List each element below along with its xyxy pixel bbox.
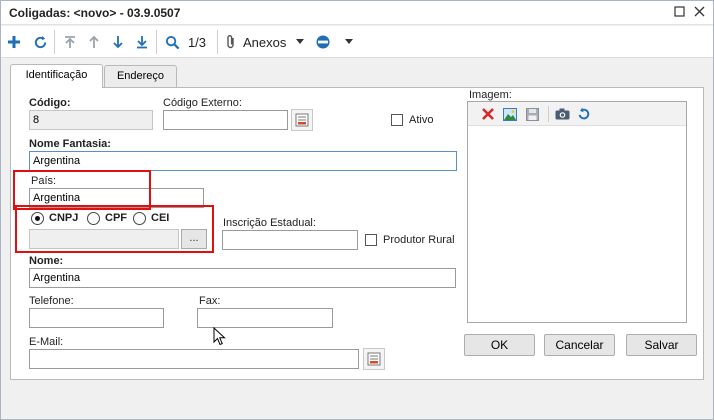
image-box[interactable] bbox=[467, 101, 687, 323]
email-field[interactable] bbox=[29, 349, 359, 369]
delete-image-icon[interactable] bbox=[480, 106, 496, 122]
fax-field[interactable] bbox=[197, 308, 333, 328]
nome-fantasia-field[interactable] bbox=[29, 151, 457, 171]
produtor-rural-label: Produtor Rural bbox=[383, 234, 455, 246]
load-image-icon[interactable] bbox=[502, 106, 518, 122]
record-counter: 1/3 bbox=[187, 34, 207, 50]
window-title: Coligadas: <novo> - 03.9.0507 bbox=[9, 6, 181, 20]
produtor-rural-checkbox[interactable] bbox=[365, 234, 377, 246]
paperclip-icon bbox=[227, 35, 234, 49]
imagem-label: Imagem: bbox=[469, 89, 512, 101]
mouse-pointer-icon bbox=[213, 326, 226, 349]
anexos-label: Anexos bbox=[243, 34, 287, 50]
inscricao-estadual-field[interactable] bbox=[222, 230, 358, 250]
codigo-field[interactable] bbox=[29, 110, 153, 130]
toolbar-separator bbox=[217, 30, 218, 54]
add-icon[interactable] bbox=[5, 32, 23, 52]
image-toolbar-separator bbox=[548, 106, 549, 122]
ativo-label: Ativo bbox=[409, 114, 434, 126]
tab-identificacao[interactable]: Identificação bbox=[10, 64, 103, 88]
refresh-icon[interactable] bbox=[31, 32, 49, 52]
title-bar: Coligadas: <novo> - 03.9.0507 bbox=[1, 1, 713, 25]
previous-record-icon[interactable] bbox=[85, 32, 103, 52]
list-form-icon bbox=[367, 352, 381, 366]
first-record-icon[interactable] bbox=[61, 32, 79, 52]
codigo-externo-lookup-button[interactable] bbox=[291, 109, 313, 131]
inscricao-estadual-label: Inscrição Estadual: bbox=[223, 217, 316, 229]
ativo-checkbox[interactable] bbox=[391, 114, 403, 126]
fax-label: Fax: bbox=[199, 295, 221, 307]
image-toolbar bbox=[468, 102, 686, 126]
codigo-label: Código: bbox=[29, 97, 71, 109]
nome-fantasia-label: Nome Fantasia: bbox=[29, 138, 111, 150]
camera-icon[interactable] bbox=[554, 106, 570, 122]
options-icon bbox=[316, 35, 330, 49]
document-browse-button[interactable]: ... bbox=[181, 229, 207, 249]
ok-button[interactable]: OK bbox=[464, 334, 535, 356]
nome-label: Nome: bbox=[29, 255, 64, 267]
telefone-field[interactable] bbox=[29, 308, 164, 328]
cancel-button[interactable]: Cancelar bbox=[544, 334, 615, 356]
toolbar-separator bbox=[54, 30, 55, 54]
email-lookup-button[interactable] bbox=[363, 348, 385, 370]
email-label: E-Mail: bbox=[29, 336, 64, 348]
telefone-label: Telefone: bbox=[29, 295, 74, 307]
codigo-externo-field[interactable] bbox=[163, 110, 288, 130]
search-icon[interactable] bbox=[163, 32, 181, 52]
cpf-radio[interactable] bbox=[87, 212, 100, 225]
toolbar: 1/3 Anexos bbox=[1, 26, 713, 58]
coligadas-window: Coligadas: <novo> - 03.9.0507 1/3 Anexos… bbox=[0, 0, 714, 420]
anexos-button[interactable]: Anexos bbox=[225, 32, 313, 52]
cpf-label: CPF bbox=[105, 212, 127, 224]
close-icon[interactable] bbox=[691, 5, 707, 21]
cnpj-label: CNPJ bbox=[49, 212, 79, 224]
next-record-icon[interactable] bbox=[109, 32, 127, 52]
codigo-externo-label: Código Externo: bbox=[163, 97, 242, 109]
last-record-icon[interactable] bbox=[133, 32, 151, 52]
pais-label: País: bbox=[31, 175, 57, 187]
cei-label: CEI bbox=[151, 212, 170, 224]
tab-endereco[interactable]: Endereço bbox=[104, 65, 177, 87]
chevron-down-icon bbox=[296, 39, 305, 44]
options-menu-button[interactable] bbox=[315, 32, 355, 52]
rotate-image-icon[interactable] bbox=[576, 106, 592, 122]
chevron-down-icon bbox=[345, 39, 353, 44]
maximize-icon[interactable] bbox=[671, 5, 687, 21]
document-number-field[interactable] bbox=[29, 229, 179, 249]
save-image-icon[interactable] bbox=[524, 106, 540, 122]
pais-field[interactable] bbox=[29, 188, 204, 208]
toolbar-separator bbox=[156, 30, 157, 54]
save-button[interactable]: Salvar bbox=[626, 334, 697, 356]
cnpj-radio[interactable] bbox=[31, 212, 44, 225]
cei-radio[interactable] bbox=[133, 212, 146, 225]
list-form-icon bbox=[295, 113, 309, 127]
nome-field[interactable] bbox=[29, 268, 456, 288]
